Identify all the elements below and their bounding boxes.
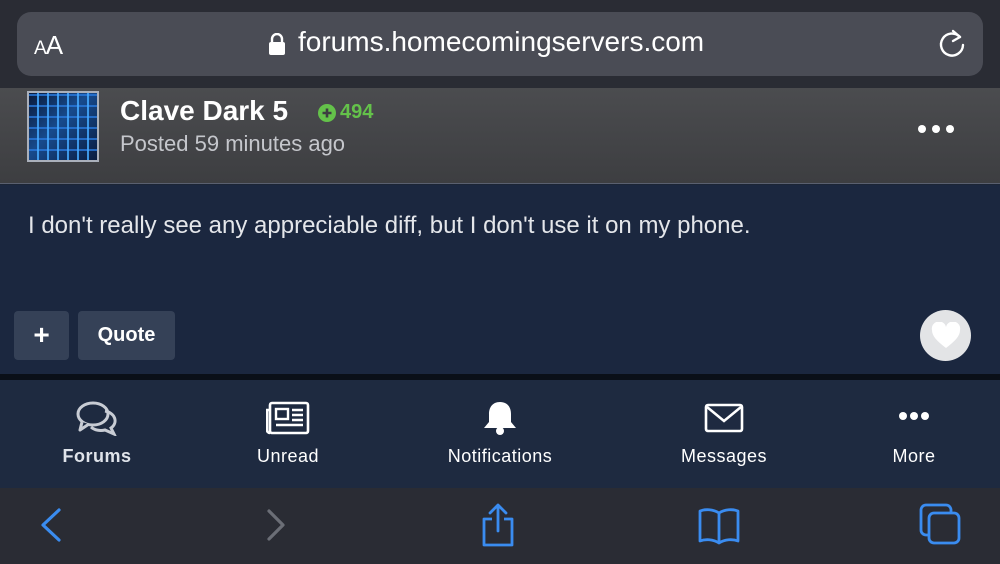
envelope-icon — [704, 403, 744, 433]
bell-icon — [484, 402, 516, 435]
post-timestamp: Posted 59 minutes ago — [120, 131, 346, 156]
tab-messages[interactable]: Messages — [644, 400, 804, 467]
text-size-button[interactable]: AA — [34, 30, 63, 61]
tab-messages-label: Messages — [680, 446, 768, 466]
heart-icon — [931, 322, 960, 348]
author-name[interactable]: Clave Dark 5 — [120, 95, 288, 127]
post-content: I don't really see any appreciable diff,… — [28, 212, 751, 239]
tab-forums-label: Forums — [62, 446, 132, 466]
tab-more[interactable]: More — [834, 400, 994, 467]
tab-unread[interactable]: Unread — [208, 400, 368, 467]
like-button[interactable] — [920, 310, 971, 361]
share-icon[interactable] — [476, 503, 520, 547]
newspaper-icon — [266, 401, 310, 435]
avatar[interactable] — [27, 91, 99, 162]
quote-button[interactable]: Quote — [78, 311, 175, 360]
tab-notifications[interactable]: Notifications — [420, 400, 580, 467]
lock-icon — [269, 33, 285, 55]
tab-unread-label: Unread — [256, 446, 320, 466]
ellipsis-icon — [899, 412, 929, 420]
tab-notifications-label: Notifications — [447, 446, 553, 466]
url-text[interactable]: forums.homecomingservers.com — [298, 26, 704, 58]
forward-icon[interactable] — [255, 503, 299, 547]
reputation-count: 494 — [340, 101, 374, 123]
tabs-icon[interactable] — [919, 503, 963, 547]
chat-bubbles-icon — [76, 401, 117, 436]
ellipsis-icon[interactable] — [918, 116, 954, 142]
bookmarks-icon[interactable] — [697, 503, 741, 547]
reputation-badge: 494 — [318, 101, 373, 124]
tab-more-label: More — [892, 446, 936, 466]
plus-circle-icon — [318, 103, 336, 122]
reload-icon[interactable] — [936, 28, 968, 60]
tab-forums[interactable]: Forums — [17, 400, 177, 467]
back-icon[interactable] — [29, 503, 73, 547]
multiquote-button[interactable]: + — [14, 311, 69, 360]
